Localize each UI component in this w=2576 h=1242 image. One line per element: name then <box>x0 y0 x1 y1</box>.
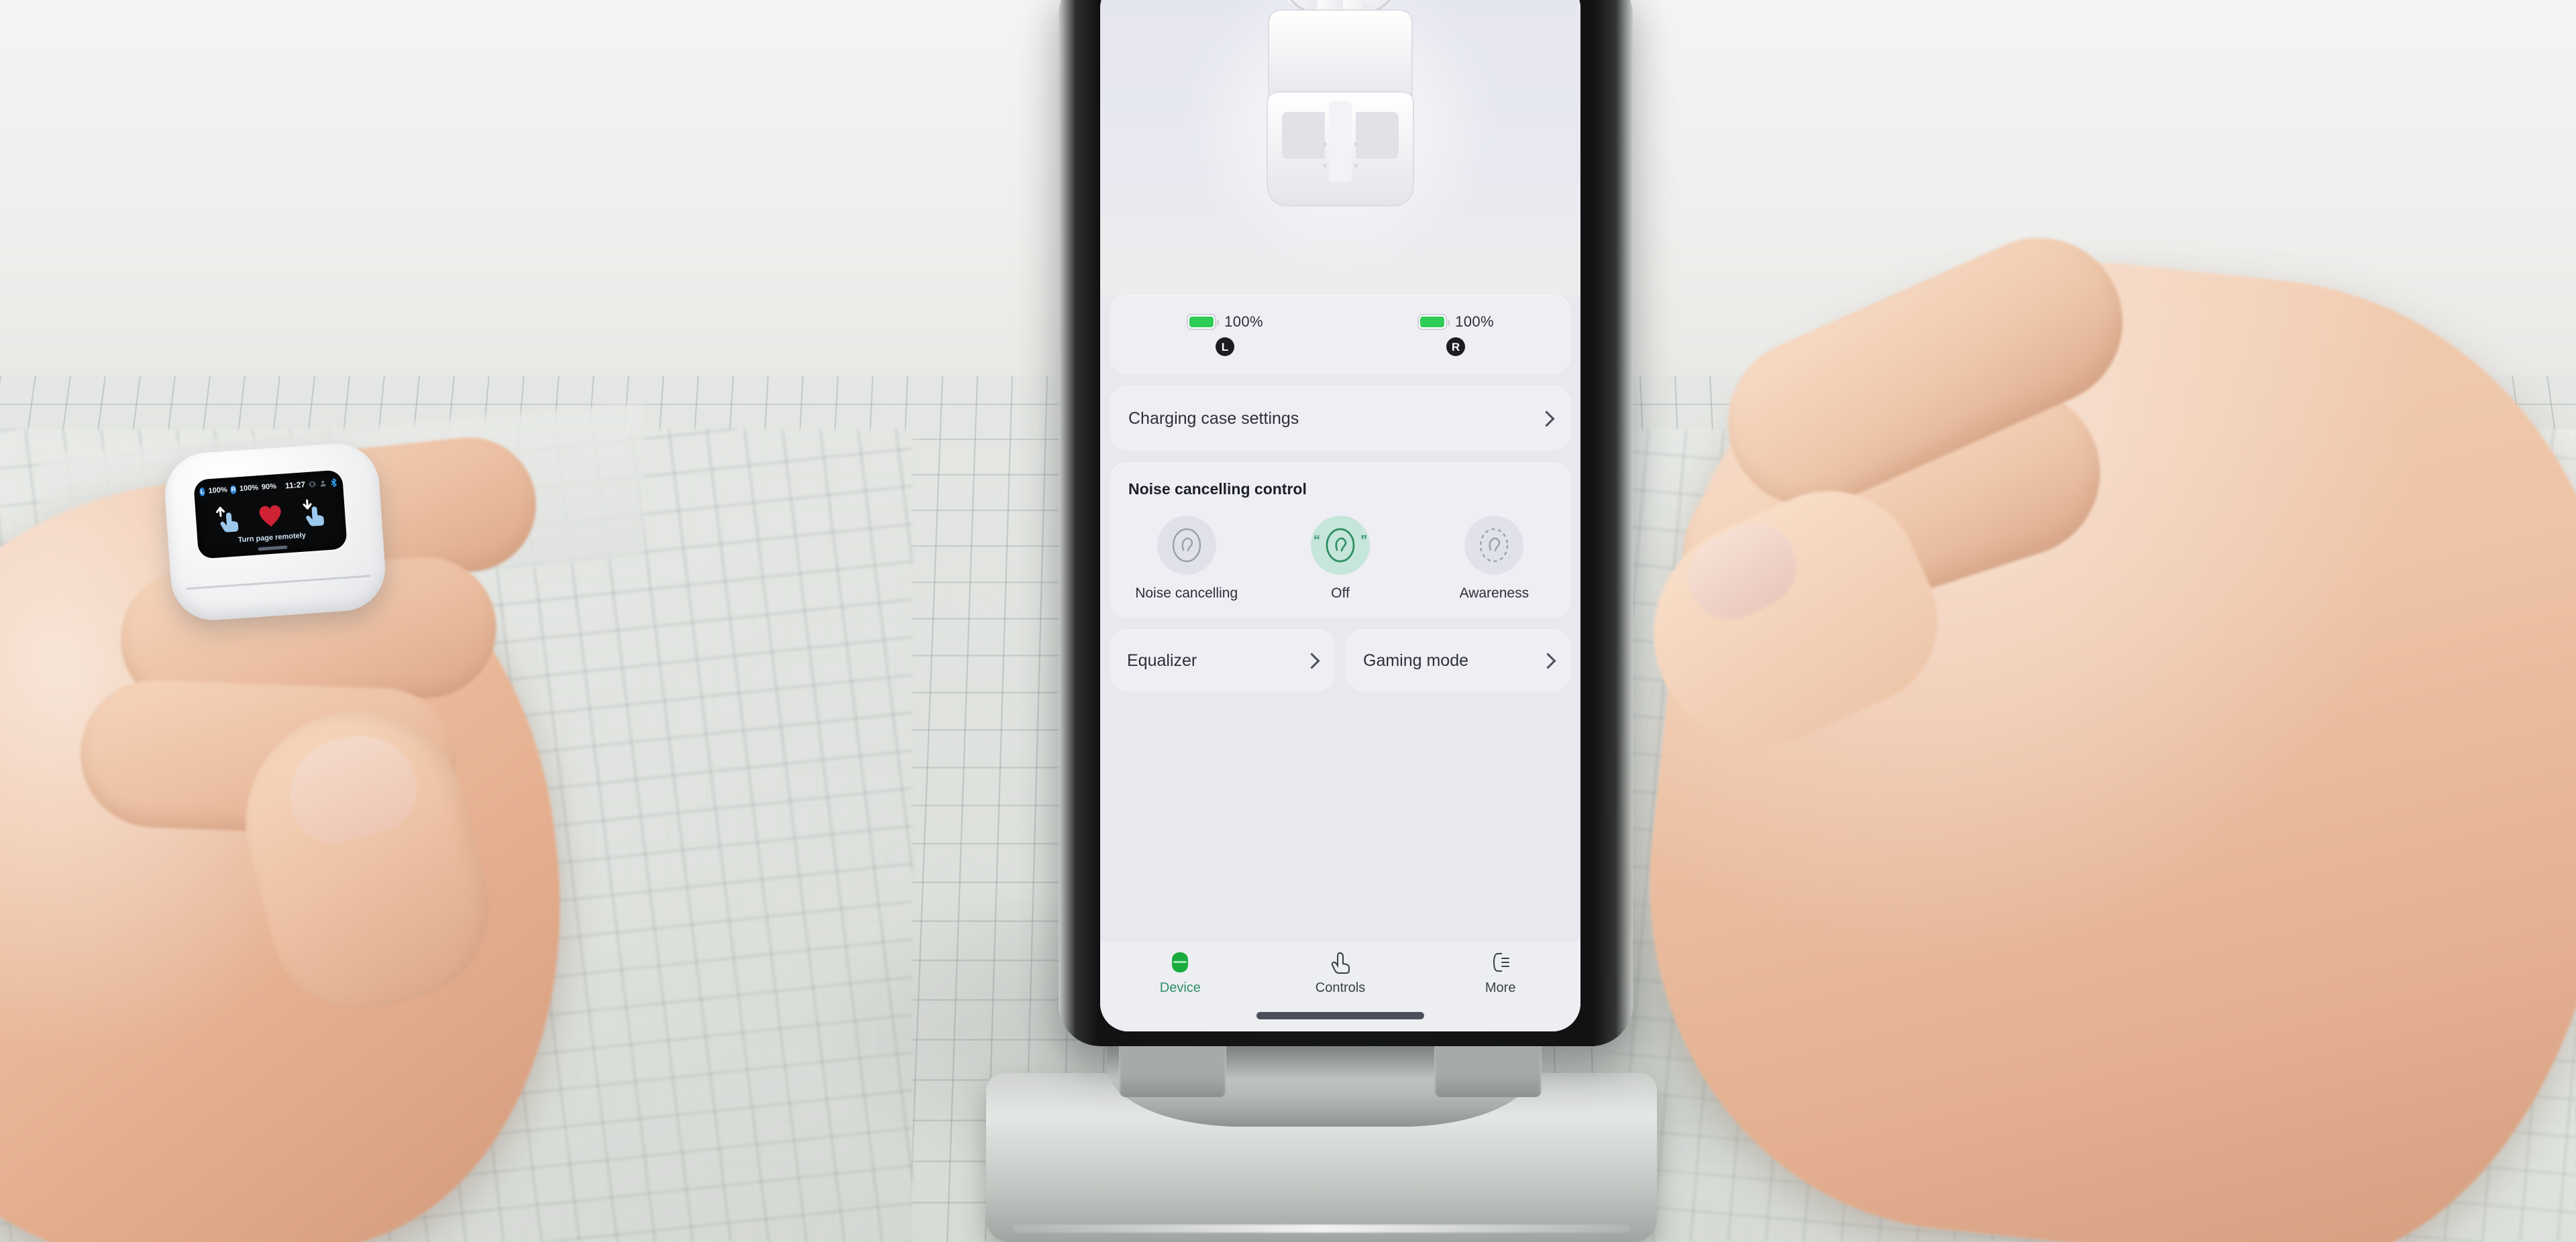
tap-hand-icon <box>1331 952 1350 974</box>
anc-mode-off[interactable]: “ ” Off <box>1263 516 1417 602</box>
earbuds-case-icon <box>1172 952 1189 972</box>
bluetooth-icon <box>331 477 337 488</box>
tab-controls[interactable]: Controls <box>1260 951 1421 996</box>
ear-dashed-ring-icon <box>1464 516 1524 575</box>
ear-ring-icon: “ ” <box>1310 516 1370 575</box>
heart-icon <box>259 505 281 526</box>
left-earbud-battery: 100% L <box>1110 313 1340 356</box>
vibrate-icon <box>309 481 316 487</box>
right-battery-row: 100% <box>1417 313 1494 331</box>
right-battery-percent: 100% <box>1455 313 1494 330</box>
quote-right-mark: ” <box>1360 533 1367 548</box>
chevron-right-icon <box>1538 410 1555 427</box>
earbuds-hero <box>1100 0 1580 295</box>
right-earbud-battery: 100% R <box>1340 313 1571 356</box>
battery-icon-right <box>1417 314 1450 330</box>
phone-stand-lip-right <box>1434 1038 1542 1097</box>
case-status-case-percent: 90% <box>261 482 277 492</box>
case-status-right-icons <box>309 477 338 488</box>
chevron-right-icon <box>1303 652 1320 669</box>
case-display-status-bar: L 100% R 100% 90% 11:27 <box>199 477 338 497</box>
tab-more[interactable]: More <box>1420 951 1580 996</box>
charging-case-settings-row[interactable]: Charging case settings <box>1110 386 1571 451</box>
tab-device-label: Device <box>1159 980 1201 995</box>
tab-device[interactable]: Device <box>1100 951 1260 996</box>
gaming-mode-button[interactable]: Gaming mode <box>1346 630 1571 691</box>
more-lines-icon <box>1493 953 1509 972</box>
app-cards: 100% L 100% R Charging case settings Noi… <box>1100 295 1580 1031</box>
noise-cancelling-card: Noise cancelling control Noise cancellin… <box>1110 463 1571 618</box>
left-battery-percent: 100% <box>1224 313 1263 330</box>
tab-controls-label: Controls <box>1315 980 1366 995</box>
gaming-mode-label: Gaming mode <box>1363 651 1469 670</box>
swipe-down-hand-icon <box>303 499 324 526</box>
earbuds-in-open-charging-case-image <box>1267 0 1414 207</box>
noise-cancelling-modes: Noise cancelling “ ” Off Awareness <box>1110 516 1571 602</box>
noise-cancelling-title: Noise cancelling control <box>1128 480 1307 498</box>
tab-more-label: More <box>1485 980 1516 995</box>
right-earbud-badge: R <box>1446 337 1465 356</box>
bottom-tab-bar: Device Controls More <box>1100 942 1580 1031</box>
charging-case-seam <box>186 575 372 590</box>
battery-icon-left <box>1187 314 1220 330</box>
case-status-right-percent: 100% <box>239 484 259 494</box>
anc-mode-awareness[interactable]: Awareness <box>1417 516 1571 602</box>
equalizer-button[interactable]: Equalizer <box>1110 630 1335 691</box>
case-status-left-percent: 100% <box>208 486 228 496</box>
home-indicator[interactable] <box>1256 1012 1424 1019</box>
anc-label-off: Off <box>1331 585 1350 601</box>
left-battery-row: 100% <box>1187 313 1263 331</box>
anc-mode-noise-cancelling[interactable]: Noise cancelling <box>1110 516 1263 602</box>
scene: 100% L 100% R Charging case settings Noi… <box>0 0 2576 1242</box>
phone-stand-lip-left <box>1119 1038 1226 1097</box>
phone-screen[interactable]: 100% L 100% R Charging case settings Noi… <box>1100 0 1580 1031</box>
case-display-home-bar <box>258 545 288 551</box>
case-status-right-badge: R <box>230 484 237 494</box>
charging-case-settings-label: Charging case settings <box>1128 408 1299 428</box>
charging-case-display[interactable]: L 100% R 100% 90% 11:27 Turn page remote… <box>193 469 347 559</box>
anc-label-noise-cancelling: Noise cancelling <box>1135 585 1238 601</box>
case-status-time: 11:27 <box>284 479 306 491</box>
quote-left-mark: “ <box>1313 533 1320 548</box>
swipe-up-hand-icon <box>216 506 239 532</box>
anc-label-awareness: Awareness <box>1459 585 1529 601</box>
case-status-left-badge: L <box>199 487 206 496</box>
left-earbud-badge: L <box>1216 337 1234 356</box>
chevron-right-icon <box>1540 652 1556 669</box>
ear-solid-ring-icon <box>1157 516 1216 575</box>
person-icon <box>320 480 326 487</box>
equalizer-label: Equalizer <box>1127 651 1197 670</box>
earbuds-app: 100% L 100% R Charging case settings Noi… <box>1100 0 1580 1031</box>
quick-links-row: Equalizer Gaming mode <box>1110 630 1571 691</box>
battery-card: 100% L 100% R <box>1110 295 1571 374</box>
